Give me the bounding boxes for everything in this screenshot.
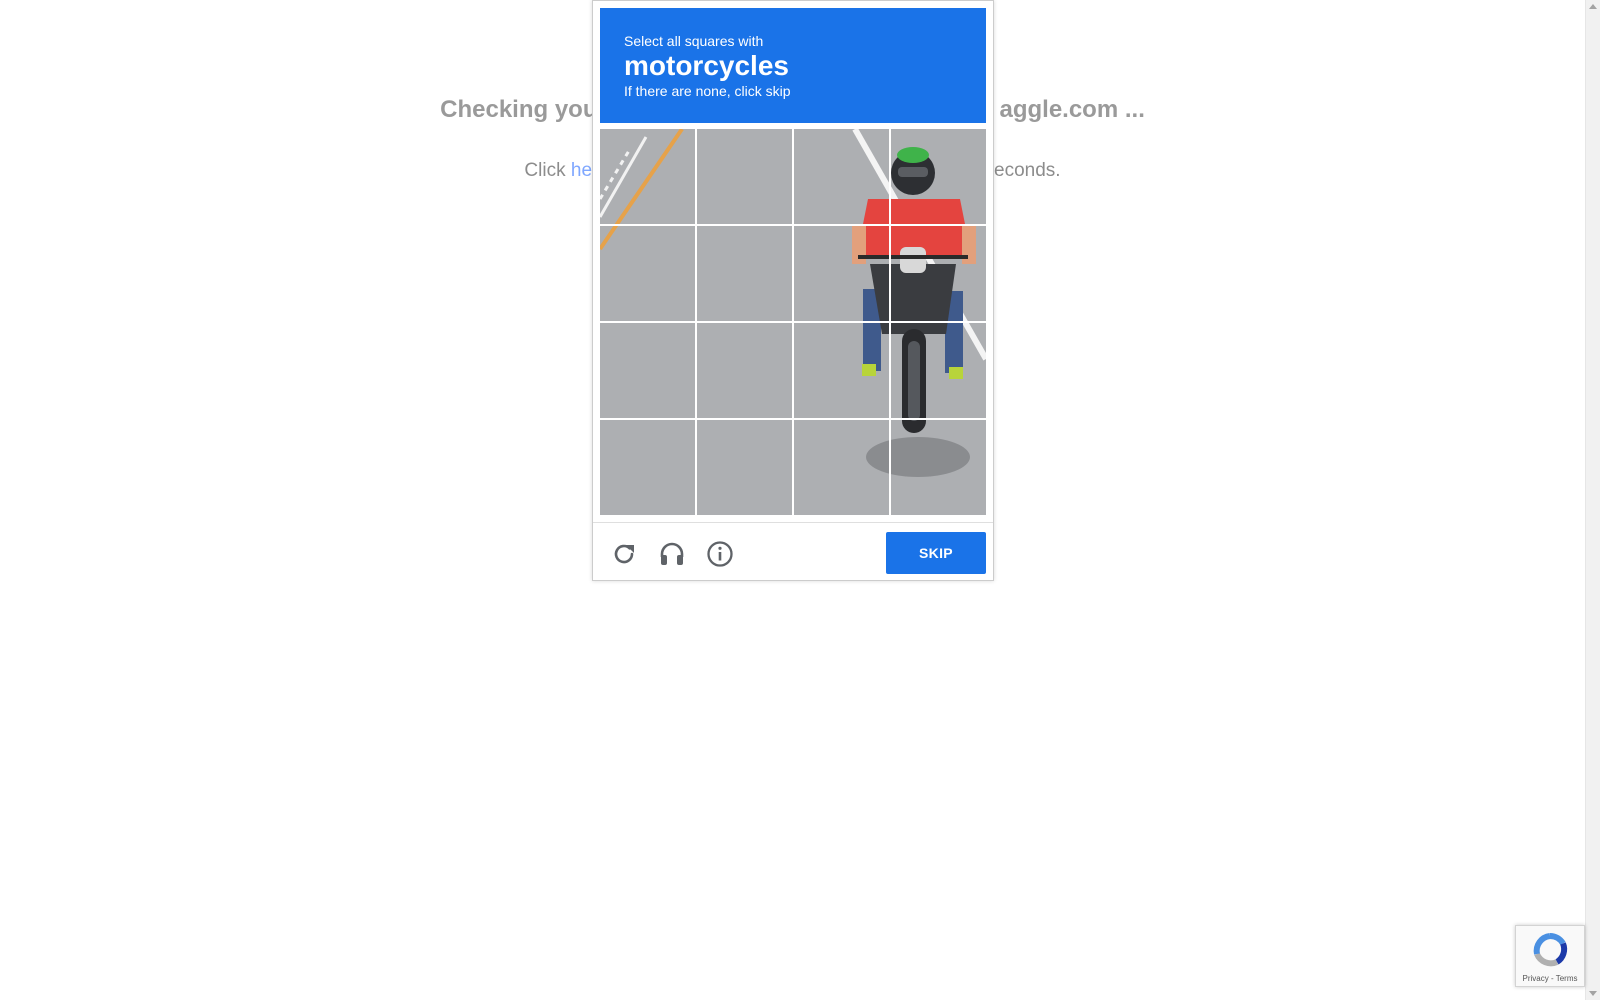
tile-image: [794, 129, 889, 224]
privacy-link[interactable]: Privacy: [1523, 974, 1549, 983]
captcha-tile[interactable]: [697, 420, 792, 515]
captcha-dialog: Select all squares with motorcycles If t…: [592, 0, 994, 581]
page-heading-end: aggle.com ...: [999, 96, 1145, 123]
captcha-hint: If there are none, click skip: [624, 83, 791, 99]
reload-icon[interactable]: [609, 539, 639, 569]
captcha-tile[interactable]: [600, 420, 695, 515]
tile-image: [794, 323, 889, 418]
tile-image: [600, 323, 695, 418]
tile-image: [794, 226, 889, 321]
captcha-image-grid: [600, 129, 986, 515]
badge-separator: -: [1548, 974, 1556, 983]
tile-image: [697, 129, 792, 224]
scroll-down-arrow-icon[interactable]: [1589, 991, 1597, 996]
redirect-prefix: Click: [524, 160, 571, 181]
tile-image: [891, 129, 986, 224]
tile-image: [891, 420, 986, 515]
tile-image: [600, 420, 695, 515]
audio-icon[interactable]: [657, 539, 687, 569]
captcha-tile[interactable]: [794, 129, 889, 224]
captcha-tile[interactable]: [794, 420, 889, 515]
tile-image: [697, 323, 792, 418]
captcha-tile[interactable]: [697, 129, 792, 224]
skip-button[interactable]: SKIP: [886, 532, 986, 574]
info-icon[interactable]: [705, 539, 735, 569]
captcha-header: Select all squares with motorcycles If t…: [600, 8, 986, 123]
tile-image: [600, 129, 695, 224]
recaptcha-badge[interactable]: Privacy - Terms: [1515, 925, 1585, 987]
recaptcha-logo-icon: [1531, 932, 1569, 975]
captcha-tile[interactable]: [794, 323, 889, 418]
tile-image: [891, 323, 986, 418]
captcha-tile[interactable]: [600, 323, 695, 418]
page-scrollbar[interactable]: [1585, 0, 1600, 1000]
redirect-suffix: econds.: [994, 160, 1061, 181]
captcha-tile[interactable]: [697, 323, 792, 418]
tile-image: [600, 226, 695, 321]
captcha-instruction: Select all squares with: [624, 33, 764, 49]
captcha-tile[interactable]: [600, 129, 695, 224]
tile-image: [891, 226, 986, 321]
captcha-tile[interactable]: [697, 226, 792, 321]
captcha-tile[interactable]: [891, 226, 986, 321]
footer-divider: [593, 522, 993, 523]
captcha-keyword: motorcycles: [624, 50, 789, 81]
captcha-tile[interactable]: [891, 420, 986, 515]
captcha-tile[interactable]: [891, 129, 986, 224]
badge-links: Privacy - Terms: [1516, 974, 1584, 983]
scroll-up-arrow-icon[interactable]: [1589, 4, 1597, 9]
captcha-tile[interactable]: [891, 323, 986, 418]
tile-image: [794, 420, 889, 515]
tile-image: [697, 226, 792, 321]
captcha-tile[interactable]: [600, 226, 695, 321]
terms-link[interactable]: Terms: [1556, 974, 1578, 983]
redirect-link[interactable]: he: [571, 160, 592, 181]
page-heading-start: Checking you: [440, 96, 598, 123]
captcha-tile[interactable]: [794, 226, 889, 321]
tile-image: [697, 420, 792, 515]
